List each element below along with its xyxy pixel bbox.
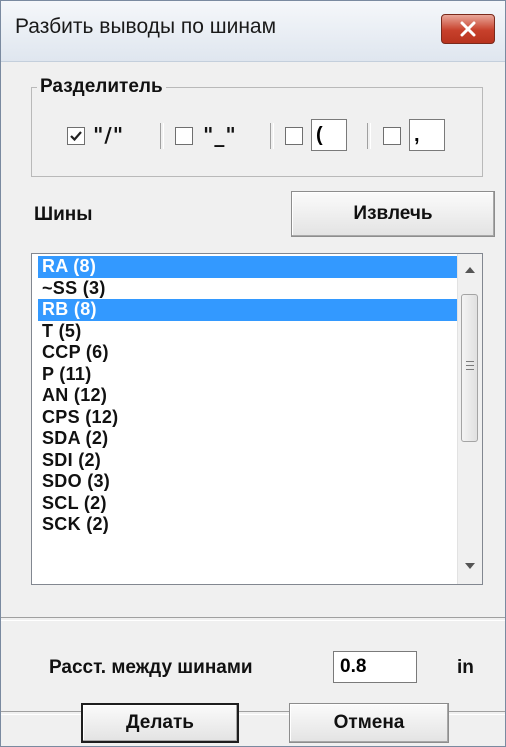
separator-slash-label: "/" — [93, 123, 125, 147]
scrollbar-thumb[interactable] — [461, 294, 478, 442]
scroll-down-arrow[interactable] — [458, 554, 482, 578]
list-item[interactable]: SDO (3) — [38, 471, 458, 493]
separator-divider — [160, 123, 164, 149]
dialog-window: Разбить выводы по шинам Разделитель "/" … — [0, 0, 506, 747]
separator-comma-checkbox[interactable] — [383, 127, 401, 145]
list-item[interactable]: RA (8) — [38, 256, 458, 278]
close-button[interactable] — [441, 14, 495, 44]
list-item[interactable]: P (11) — [38, 364, 458, 386]
buses-listbox[interactable]: RA (8) ~SS (3) RB (8) T (5) CCP (6) P (11) AN … — [31, 253, 483, 585]
separator-paren-checkbox[interactable] — [285, 127, 303, 145]
list-item[interactable]: SDA (2) — [38, 428, 458, 450]
divider — [1, 617, 505, 621]
ok-button[interactable]: Делать — [81, 703, 239, 743]
list-item[interactable]: SCL (2) — [38, 493, 458, 515]
scroll-up-arrow[interactable] — [458, 258, 482, 282]
separator-divider — [367, 123, 371, 149]
grip-line — [466, 369, 474, 370]
title-bar[interactable]: Разбить выводы по шинам — [1, 1, 505, 62]
extract-button[interactable]: Извлечь — [291, 191, 495, 237]
spacing-input[interactable]: 0.8 — [333, 651, 417, 683]
list-item[interactable]: RB (8) — [38, 299, 458, 321]
chevron-down-icon — [465, 563, 475, 569]
separator-group-label: Разделитель — [37, 76, 166, 98]
separator-underscore-label: "_" — [203, 123, 237, 147]
separator-paren-input[interactable]: ( — [311, 119, 347, 151]
list-item[interactable]: ~SS (3) — [38, 278, 458, 300]
spacing-label: Расст. между шинами — [49, 657, 253, 678]
buses-list: RA (8) ~SS (3) RB (8) T (5) CCP (6) P (11) AN … — [38, 256, 458, 536]
checkmark-icon — [70, 131, 82, 142]
spacing-unit: in — [457, 657, 474, 678]
chevron-up-icon — [465, 267, 475, 273]
list-item[interactable]: SCK (2) — [38, 514, 458, 536]
list-item[interactable]: CPS (12) — [38, 407, 458, 429]
list-item[interactable]: SDI (2) — [38, 450, 458, 472]
vertical-scrollbar[interactable] — [457, 254, 482, 584]
separator-row: "/" "_" ( , — [57, 119, 477, 153]
window-title: Разбить выводы по шинам — [15, 15, 277, 38]
close-icon — [460, 21, 476, 37]
list-item[interactable]: T (5) — [38, 321, 458, 343]
separator-divider — [270, 123, 274, 149]
list-item[interactable]: CCP (6) — [38, 342, 458, 364]
separator-underscore-checkbox[interactable] — [175, 127, 193, 145]
list-item[interactable]: AN (12) — [38, 385, 458, 407]
buses-label: Шины — [34, 204, 93, 225]
cancel-button[interactable]: Отмена — [289, 703, 449, 743]
grip-line — [466, 361, 474, 362]
grip-line — [466, 365, 474, 366]
separator-slash-checkbox[interactable] — [67, 127, 85, 145]
separator-comma-input[interactable]: , — [409, 119, 445, 151]
